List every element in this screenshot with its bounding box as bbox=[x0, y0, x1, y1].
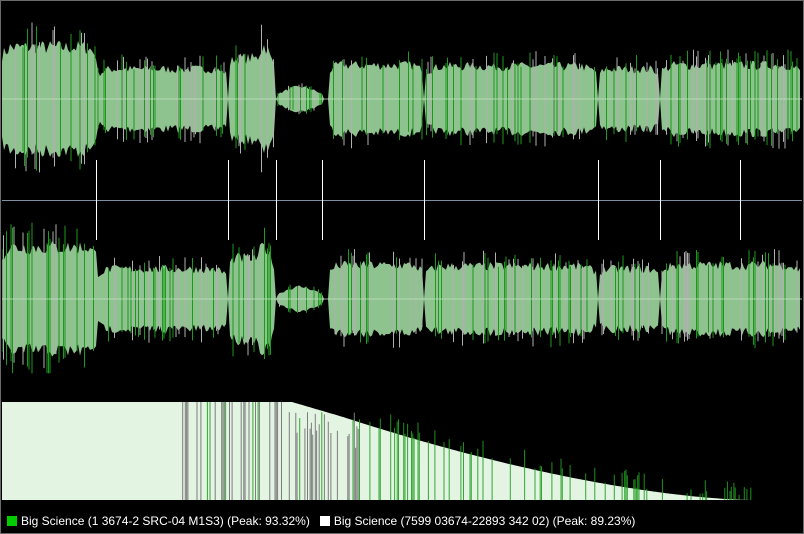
legend-swatch-white bbox=[319, 515, 330, 526]
spectrum-body bbox=[2, 402, 754, 500]
legend-swatch-green bbox=[7, 515, 17, 526]
channel-right bbox=[2, 222, 802, 374]
legend-label-track-2: Big Science (7599 03674-22893 342 02) (P… bbox=[333, 513, 636, 528]
channel-left bbox=[2, 22, 802, 173]
spectrum bbox=[2, 402, 754, 500]
legend-item-track-1: Big Science (1 3674-2 SRC-04 M1S3) (Peak… bbox=[7, 514, 310, 528]
legend-label-track-1: Big Science (1 3674-2 SRC-04 M1S3) (Peak… bbox=[21, 513, 310, 528]
waveform-canvas bbox=[2, 22, 802, 500]
waveform-compare-window: Big Science (1 3674-2 SRC-04 M1S3) (Peak… bbox=[0, 0, 804, 534]
legend-bar: Big Science (1 3674-2 SRC-04 M1S3) (Peak… bbox=[2, 509, 802, 532]
legend-item-track-2: Big Science (7599 03674-22893 342 02) (P… bbox=[319, 513, 636, 528]
